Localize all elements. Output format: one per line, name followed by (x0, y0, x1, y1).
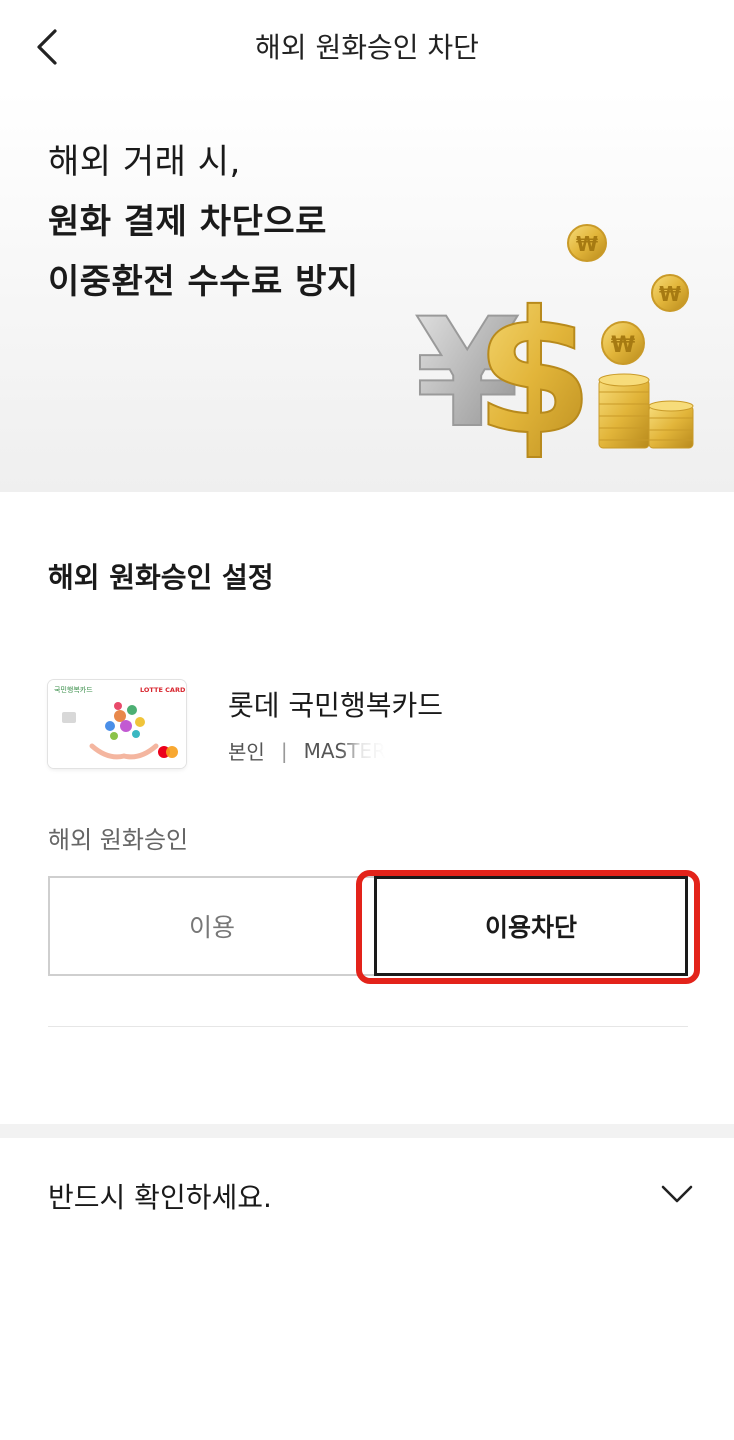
card-details: 본인 | MASTER (228, 736, 386, 765)
coin-stack-icon (598, 373, 650, 449)
svg-text:₩: ₩ (576, 232, 598, 256)
svg-text:₩: ₩ (659, 282, 681, 306)
option-use-button[interactable]: 이용 (48, 876, 374, 976)
won-coin-icon: ₩ (567, 224, 607, 262)
section-title: 해외 원화승인 설정 (48, 561, 274, 594)
card-number: MASTER (303, 738, 386, 763)
won-coin-icon: ₩ (651, 274, 689, 312)
svg-text:LOTTE CARD: LOTTE CARD (140, 686, 186, 694)
hero-text: 해외 거래 시, 원화 결제 차단으로 이중환전 수수료 방지 (48, 132, 359, 312)
divider (48, 1026, 688, 1027)
card-image: 국민행복카드 LOTTE CARD (48, 680, 186, 768)
coin-stack-icon (648, 400, 694, 449)
app-header: 해외 원화승인 차단 (0, 0, 734, 90)
field-label: 해외 원화승인 (48, 826, 189, 854)
card-owner: 본인 (228, 740, 265, 764)
currency-illustration: ¥ $ ₩ ₩ ₩ (414, 224, 694, 460)
hero-line-1: 해외 거래 시, (48, 142, 241, 182)
notice-accordion[interactable]: 반드시 확인하세요. (0, 1138, 734, 1256)
svg-text:₩: ₩ (611, 333, 635, 358)
card-separator: | (280, 738, 288, 763)
won-coin-icon: ₩ (601, 321, 645, 365)
notice-label: 반드시 확인하세요. (48, 1181, 272, 1214)
hero-line-2: 원화 결제 차단으로 (48, 202, 327, 242)
svg-text:국민행복카드: 국민행복카드 (54, 685, 93, 694)
page-title: 해외 원화승인 차단 (255, 31, 479, 64)
card-name: 롯데 국민행복카드 (228, 689, 443, 722)
card-artwork: 국민행복카드 LOTTE CARD (48, 680, 186, 768)
section-gap (0, 1124, 734, 1138)
chevron-down-icon (661, 1185, 693, 1203)
hero-banner: 해외 거래 시, 원화 결제 차단으로 이중환전 수수료 방지 ¥ $ ₩ ₩ … (0, 90, 734, 492)
option-block-button[interactable]: 이용차단 (374, 876, 688, 976)
hero-line-3: 이중환전 수수료 방지 (48, 262, 359, 302)
svg-text:$: $ (475, 275, 593, 460)
dollar-icon: $ (474, 274, 594, 460)
